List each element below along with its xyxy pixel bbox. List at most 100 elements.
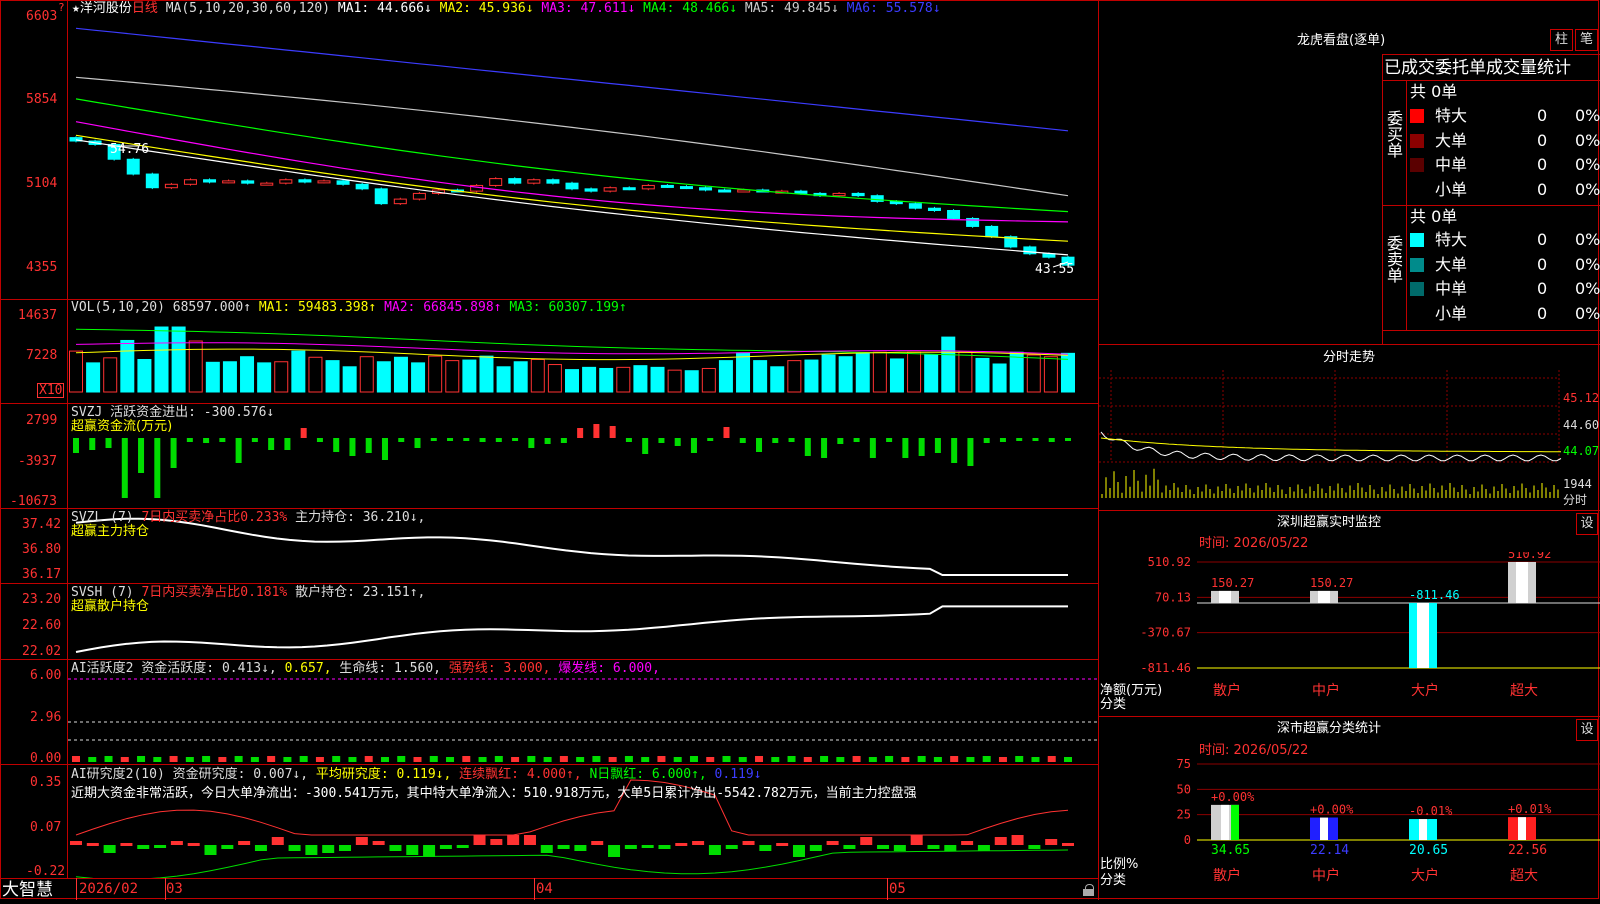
ai-research-ytick-1: 0.07 bbox=[30, 820, 62, 835]
sell-row-pct-0: 0% bbox=[1575, 230, 1600, 249]
svzj-bar bbox=[219, 438, 226, 442]
ai-research-ytick-2: -0.22 bbox=[26, 864, 66, 879]
ai-research-bar bbox=[187, 843, 200, 846]
svzj-bar bbox=[821, 438, 828, 458]
ai-research-legend-item-2: 连续飘红: 4.000↑, bbox=[459, 767, 590, 782]
volume-layer bbox=[69, 326, 1075, 393]
svzj-bar bbox=[902, 438, 909, 458]
volume-bar bbox=[565, 369, 579, 393]
ai-active-bar bbox=[462, 756, 471, 762]
lock-body bbox=[1083, 889, 1094, 896]
candle-body bbox=[336, 180, 350, 185]
ai-active-bar bbox=[1015, 756, 1024, 762]
ai-active-legend-item-3: 强势线: 3.000, bbox=[448, 661, 559, 676]
app-logo[interactable]: 大智慧 bbox=[2, 880, 53, 900]
ai-research-bar bbox=[994, 837, 1007, 845]
pen-mode-button[interactable]: 笔 bbox=[1575, 29, 1598, 51]
ma5-line bbox=[75, 76, 1069, 197]
candle-body bbox=[832, 192, 846, 197]
ai-research-bar bbox=[877, 845, 890, 849]
volume-bar bbox=[69, 350, 83, 393]
classify-category: 散户 bbox=[1213, 867, 1241, 884]
volume-bar bbox=[616, 366, 631, 393]
volume-bar bbox=[1026, 354, 1041, 393]
ai-research-bar bbox=[893, 845, 906, 851]
svzj-bar bbox=[463, 438, 470, 441]
bar-mode-button[interactable]: 柱 bbox=[1550, 29, 1573, 51]
buy-row-pct-3: 0% bbox=[1575, 179, 1600, 199]
monitor-bar-1 bbox=[1310, 590, 1338, 603]
candle-body bbox=[489, 178, 503, 186]
ai-research-bar bbox=[507, 835, 520, 845]
ai-research-bar bbox=[170, 841, 183, 845]
expand-icon[interactable]: ? bbox=[58, 0, 65, 15]
sell-total: 共 0单 bbox=[1410, 207, 1458, 226]
ai-active-bar bbox=[820, 756, 829, 762]
tab-filled[interactable]: 已成交 bbox=[1384, 58, 1435, 78]
monitor-value-label: 150.27 bbox=[1211, 576, 1254, 590]
period-label[interactable]: 日线 bbox=[132, 1, 158, 16]
candle-body bbox=[222, 180, 236, 184]
candle-body bbox=[851, 192, 865, 197]
monitor-ytick: 70.13 bbox=[1155, 590, 1191, 604]
ai-research-bar bbox=[490, 839, 503, 845]
ai-research-bar bbox=[389, 845, 402, 851]
svsh-subtitle: 超赢散户持仓 bbox=[71, 599, 150, 614]
candle-body bbox=[164, 183, 178, 189]
ai-active-bar bbox=[267, 756, 276, 762]
volume-bar bbox=[855, 352, 870, 393]
tab-volume-stats[interactable]: 成交量统计 bbox=[1486, 58, 1571, 78]
svzj-bar bbox=[609, 426, 616, 438]
volume-bar bbox=[599, 367, 614, 393]
svzl-ytick-0: 37.42 bbox=[22, 517, 62, 532]
svzj-subtitle: 超赢资金流(万元) bbox=[71, 419, 173, 434]
buy-row-count-1: 0 bbox=[1537, 130, 1548, 150]
ai-research-summary: 近期大资金非常活跃，今日大单净流出：-300.541万元，其中特大单净流入：51… bbox=[71, 786, 917, 801]
ai-research-bar bbox=[776, 843, 789, 846]
svzj-bar bbox=[772, 438, 779, 443]
sell-orders-label: 委卖单 bbox=[1384, 235, 1403, 283]
ai-research-bar bbox=[1011, 835, 1024, 845]
classify-settings-button[interactable]: 设 bbox=[1576, 719, 1598, 741]
candle-body bbox=[927, 207, 941, 211]
volume-bar bbox=[342, 366, 357, 393]
volume-bar bbox=[137, 359, 152, 393]
intraday-tick-4: 分时 bbox=[1563, 493, 1588, 507]
intraday-chart[interactable] bbox=[1099, 370, 1600, 510]
monitor-ytick: 510.92 bbox=[1148, 555, 1191, 569]
ai-active-bar bbox=[576, 757, 585, 762]
ai-research-bar bbox=[860, 837, 873, 845]
ai-research-bar bbox=[322, 845, 335, 853]
intraday-title: 分时走势 bbox=[1323, 350, 1376, 365]
vol-legend-item-3: MA2: 66845.898↑ bbox=[384, 300, 510, 315]
candle-body bbox=[679, 186, 693, 190]
volume-bar bbox=[274, 361, 289, 393]
monitor-bar-highlight bbox=[1417, 602, 1429, 668]
ai-research-bar bbox=[675, 843, 688, 846]
ai-active-bar bbox=[1064, 757, 1072, 762]
candle-body bbox=[622, 187, 636, 191]
classify-bar-edge bbox=[1330, 817, 1338, 840]
classify-ylabel: 比例% bbox=[1100, 857, 1139, 872]
classify-ytick: 0 bbox=[1184, 833, 1191, 847]
ai-active-bar bbox=[283, 757, 292, 762]
ai-active-bar bbox=[88, 757, 97, 762]
kline-chart[interactable] bbox=[68, 0, 1098, 878]
ma-legend-item-2: MA2: 45.936↓ bbox=[439, 1, 542, 16]
classify-bar-chart: 75 50 25 0 +0.00% 34.65 散户 +0.00% 22.14 中户 -0.01% 2… bbox=[1177, 757, 1600, 884]
ai-active-bar bbox=[397, 756, 406, 762]
ai-research-bar bbox=[473, 835, 486, 845]
volume-bar bbox=[941, 336, 956, 393]
ai-active-bar bbox=[901, 757, 910, 762]
tab-orders[interactable]: 委托单 bbox=[1435, 58, 1486, 78]
svzj-bar bbox=[447, 438, 454, 441]
candle-body bbox=[947, 209, 961, 219]
svzj-bar bbox=[690, 438, 697, 453]
ai-active-legend-item-1: 0.657, bbox=[284, 661, 340, 676]
candle-body bbox=[603, 187, 617, 192]
volume-bar bbox=[753, 360, 768, 393]
volume-bar bbox=[428, 355, 443, 393]
ai-active-bar bbox=[998, 757, 1007, 762]
monitor-settings-button[interactable]: 设 bbox=[1576, 513, 1598, 535]
ai-active-bar bbox=[185, 757, 194, 762]
